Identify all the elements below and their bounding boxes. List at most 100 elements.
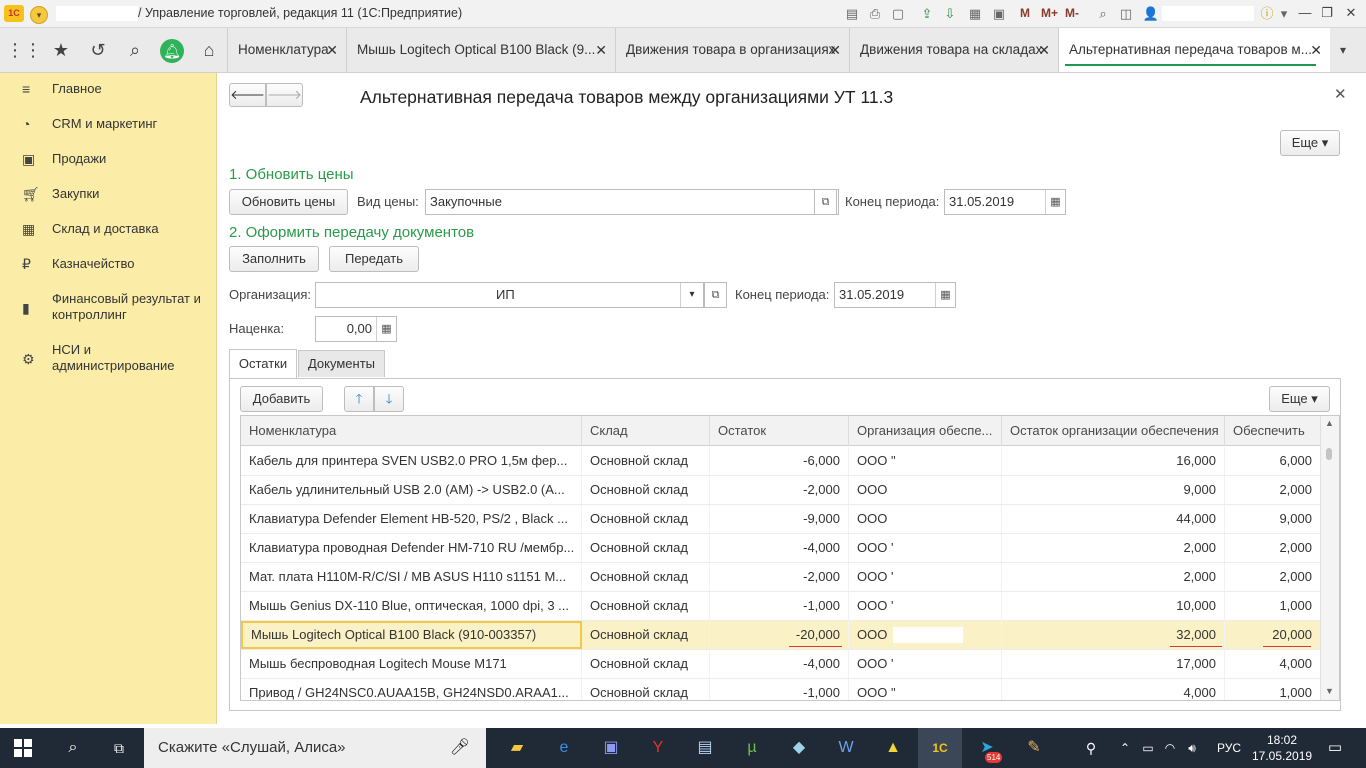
cell-balance[interactable]: -1,000 bbox=[710, 679, 849, 701]
period-end-field-2[interactable]: 31.05.2019 ▦ bbox=[834, 282, 956, 308]
sidebar-item-crm[interactable]: ◔CRM и маркетинг bbox=[0, 116, 216, 136]
update-prices-button[interactable]: Обновить цены bbox=[229, 189, 348, 215]
panels-icon[interactable]: ◫ bbox=[1117, 5, 1135, 22]
batman-icon[interactable]: ▲ bbox=[876, 728, 910, 768]
dropdown-icon[interactable]: ▾ bbox=[680, 283, 703, 307]
table-row[interactable]: Мат. плата H110M-R/C/SI / MB ASUS H110 s… bbox=[241, 563, 1321, 592]
info-icon[interactable]: ⓘ bbox=[1258, 5, 1276, 22]
close-tab-icon[interactable]: ✕ bbox=[1038, 28, 1050, 72]
cell-warehouse[interactable]: Основной склад bbox=[582, 621, 710, 649]
cell-nomenclature[interactable]: Кабель удлинительный USB 2.0 (AM) -> USB… bbox=[241, 476, 582, 504]
close-tab-icon[interactable]: ✕ bbox=[326, 28, 338, 72]
history-icon[interactable]: ↺ bbox=[80, 28, 116, 72]
cell-provide[interactable]: 9,000 bbox=[1225, 505, 1321, 533]
back-button[interactable]: 🡐 bbox=[229, 83, 266, 107]
column-header-nomenclature[interactable]: Номенклатура bbox=[241, 416, 582, 446]
app-icon[interactable]: ◆ bbox=[782, 728, 816, 768]
save-icon[interactable]: ▤ bbox=[843, 5, 861, 22]
microphone-icon[interactable]: 🎤︎ bbox=[450, 728, 470, 768]
notification-bell-icon[interactable]: 🔔︎ bbox=[160, 39, 184, 63]
cell-warehouse[interactable]: Основной склад bbox=[582, 505, 710, 533]
close-tab-icon[interactable]: ✕ bbox=[829, 28, 841, 72]
sidebar-item-finance[interactable]: ▮Финансовый результат и контроллинг bbox=[0, 291, 216, 327]
tab-org-movements[interactable]: Движения товара в организациях✕ bbox=[615, 28, 849, 72]
user-icon[interactable]: 👤 bbox=[1142, 5, 1160, 22]
windows-start-icon[interactable] bbox=[14, 739, 32, 757]
scroll-down-icon[interactable]: ▼ bbox=[1325, 686, 1334, 696]
cell-nomenclature[interactable]: Клавиатура проводная Defender HM-710 RU … bbox=[241, 534, 582, 562]
cell-warehouse[interactable]: Основной склад bbox=[582, 563, 710, 591]
table-row[interactable]: Кабель удлинительный USB 2.0 (AM) -> USB… bbox=[241, 476, 1321, 505]
word-icon[interactable]: W bbox=[829, 728, 863, 768]
zoom-icon[interactable]: ⌕ bbox=[1094, 5, 1112, 22]
preview-icon[interactable]: ▢ bbox=[889, 5, 907, 22]
cell-balance[interactable]: -1,000 bbox=[710, 592, 849, 620]
cell-supplier-balance[interactable]: 2,000 bbox=[1002, 563, 1225, 591]
cell-supplier-balance[interactable]: 9,000 bbox=[1002, 476, 1225, 504]
cell-supplier-balance[interactable]: 32,000 bbox=[1002, 621, 1225, 649]
column-header-balance[interactable]: Остаток bbox=[710, 416, 849, 446]
search-icon[interactable]: ⌕ bbox=[56, 728, 90, 768]
cell-balance[interactable]: -2,000 bbox=[710, 563, 849, 591]
cell-nomenclature[interactable]: Клавиатура Defender Element HB-520, PS/2… bbox=[241, 505, 582, 533]
cell-warehouse[interactable]: Основной склад bbox=[582, 592, 710, 620]
price-type-field[interactable]: Закупочные ▾ bbox=[425, 189, 839, 215]
scroll-thumb[interactable] bbox=[1326, 448, 1332, 460]
cell-supplier-balance[interactable]: 2,000 bbox=[1002, 534, 1225, 562]
cell-nomenclature[interactable]: Мышь Logitech Optical B100 Black (910-00… bbox=[241, 621, 582, 649]
cell-supplier-balance[interactable]: 44,000 bbox=[1002, 505, 1225, 533]
file-explorer-icon[interactable]: ▰ bbox=[500, 728, 534, 768]
main-menu-button[interactable]: ▾ bbox=[30, 6, 48, 24]
column-header-provide[interactable]: Обеспечить bbox=[1225, 416, 1321, 446]
network-icon[interactable]: ▭ bbox=[1138, 728, 1158, 768]
cell-balance[interactable]: -4,000 bbox=[710, 650, 849, 678]
sidebar-item-sales[interactable]: ▣Продажи bbox=[0, 151, 216, 171]
markup-field[interactable]: 0,00 ▦ bbox=[315, 316, 397, 342]
maximize-button[interactable]: ❐ bbox=[1316, 4, 1338, 22]
calendar-icon[interactable]: ▦ bbox=[935, 283, 955, 307]
tab-mouse-logitech[interactable]: Мышь Logitech Optical B100 Black (9...✕ bbox=[346, 28, 615, 72]
cell-provide[interactable]: 2,000 bbox=[1225, 476, 1321, 504]
tab-nomenclature[interactable]: Номенклатура✕ bbox=[227, 28, 346, 72]
info-dropdown-icon[interactable]: ▾ bbox=[1278, 5, 1290, 22]
clock[interactable]: 18:02 17.05.2019 bbox=[1252, 732, 1312, 764]
edge-icon[interactable]: e bbox=[547, 728, 581, 768]
home-icon[interactable]: ⌂ bbox=[191, 28, 227, 72]
cell-warehouse[interactable]: Основной склад bbox=[582, 679, 710, 701]
print-icon[interactable]: ⎙ bbox=[866, 5, 884, 22]
action-center-icon[interactable]: ▭ bbox=[1322, 728, 1348, 768]
cell-warehouse[interactable]: Основной склад bbox=[582, 476, 710, 504]
cell-provide[interactable]: 1,000 bbox=[1225, 592, 1321, 620]
table-more-button[interactable]: Еще ▾ bbox=[1269, 386, 1330, 412]
sidebar-item-main[interactable]: ≡Главное bbox=[0, 81, 216, 101]
sidebar-item-admin[interactable]: ⚙НСИ и администрирование bbox=[0, 342, 216, 378]
cell-provide[interactable]: 20,000 bbox=[1225, 621, 1321, 649]
tray-arrow-icon[interactable]: ⌃ bbox=[1116, 728, 1134, 768]
move-down-button[interactable]: 🡓 bbox=[374, 386, 404, 412]
sidebar-item-purchases[interactable]: 🛒︎Закупки bbox=[0, 186, 216, 206]
cell-nomenclature[interactable]: Мат. плата H110M-R/C/SI / MB ASUS H110 s… bbox=[241, 563, 582, 591]
apps-grid-icon[interactable]: ⋮⋮ bbox=[6, 28, 42, 72]
close-tab-icon[interactable]: ✕ bbox=[1310, 28, 1322, 72]
alice-search-box[interactable]: Скажите «Слушай, Алиса» 🎤︎ bbox=[144, 728, 486, 768]
forward-button[interactable]: 🡒 bbox=[266, 83, 303, 107]
people-icon[interactable]: ⚲ bbox=[1078, 728, 1104, 768]
1c-app-icon[interactable]: 1С bbox=[918, 728, 962, 768]
cell-supplier-balance[interactable]: 16,000 bbox=[1002, 447, 1225, 475]
cell-warehouse[interactable]: Основной склад bbox=[582, 650, 710, 678]
table-row[interactable]: Клавиатура Defender Element HB-520, PS/2… bbox=[241, 505, 1321, 534]
cell-provide[interactable]: 6,000 bbox=[1225, 447, 1321, 475]
tab-documents[interactable]: Документы bbox=[298, 350, 385, 377]
notepad-icon[interactable]: ▤ bbox=[688, 728, 722, 768]
calculator-icon[interactable]: ▦ bbox=[376, 317, 396, 341]
tab-alt-transfer[interactable]: Альтернативная передача товаров м...✕ bbox=[1058, 28, 1330, 72]
utorrent-icon[interactable]: µ bbox=[735, 728, 769, 768]
calendar-icon[interactable]: ▦ bbox=[1045, 190, 1065, 214]
cell-provide[interactable]: 1,000 bbox=[1225, 679, 1321, 701]
wifi-icon[interactable]: ◠ bbox=[1160, 728, 1180, 768]
download-icon[interactable]: ⇩ bbox=[941, 5, 959, 22]
cell-provide[interactable]: 2,000 bbox=[1225, 534, 1321, 562]
cell-supplier-balance[interactable]: 10,000 bbox=[1002, 592, 1225, 620]
period-end-field[interactable]: 31.05.2019 ▦ bbox=[944, 189, 1066, 215]
add-button[interactable]: Добавить bbox=[240, 386, 323, 412]
